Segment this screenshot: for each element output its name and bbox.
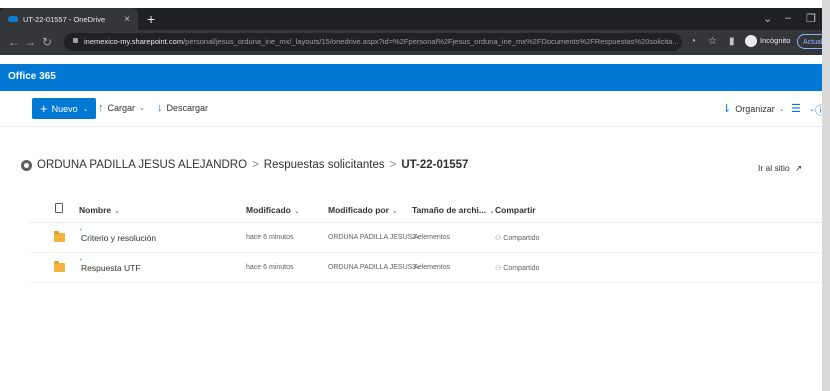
new-button[interactable]: + Nuevo ⌄ xyxy=(32,98,97,119)
back-icon[interactable]: ← xyxy=(8,35,20,49)
lock-icon xyxy=(73,38,78,43)
people-icon: ⚇ xyxy=(495,265,502,272)
site-icon xyxy=(21,159,32,171)
column-header-name[interactable]: Nombre ⌄ xyxy=(79,205,120,215)
go-to-site-link[interactable]: Ir al sitio ↗ xyxy=(758,163,802,174)
tab-bar: UT-22-01557 - OneDrive × + ⌄ – ❐ xyxy=(0,8,822,30)
command-bar: + Nuevo ⌄ ↑ Cargar ⌄ ↓ Descargar ⇂ Organ… xyxy=(0,91,822,127)
bookmark-star-icon[interactable]: ☆ xyxy=(708,36,717,47)
item-modified: hace 6 minutos xyxy=(246,234,294,241)
url-text: inemexico-my.sharepoint.com/personal/jes… xyxy=(84,37,679,46)
tracking-icon[interactable]: ◔ xyxy=(690,36,696,47)
organize-button[interactable]: ⇂ Organizar ⌄ xyxy=(722,102,785,115)
tab-title: UT-22-01557 - OneDrive xyxy=(23,14,106,24)
item-size: 3 elementos xyxy=(412,264,451,271)
breadcrumb-current: UT-22-01557 xyxy=(401,159,469,171)
reload-icon[interactable]: ↻ xyxy=(42,35,52,49)
office-suite-bar: Office 365 xyxy=(0,64,822,91)
sort-icon: ⇂ xyxy=(722,103,732,115)
forward-icon[interactable]: → xyxy=(24,35,36,49)
download-icon: ↓ xyxy=(157,102,163,114)
chevron-down-icon: ⌄ xyxy=(808,105,815,113)
people-icon: ⚇ xyxy=(495,235,502,242)
upload-button[interactable]: ↑ Cargar ⌄ xyxy=(98,102,145,114)
breadcrumb-folder[interactable]: Respuestas solicitantes xyxy=(264,159,385,171)
external-link-icon: ↗ xyxy=(795,163,803,173)
browser-window: UT-22-01557 - OneDrive × + ⌄ – ❐ ← → ↻ i… xyxy=(0,0,822,391)
item-modified: hace 6 minutos xyxy=(246,264,294,271)
right-border xyxy=(822,0,830,391)
list-view-icon: ☰ xyxy=(791,103,801,115)
chevron-down-icon: ⌄ xyxy=(489,208,495,215)
column-header-size[interactable]: Tamaño de archi... ⌄ xyxy=(412,205,495,215)
view-options-button[interactable]: ☰ ⌄ xyxy=(791,102,815,115)
file-type-icon[interactable] xyxy=(55,203,63,213)
plus-icon: + xyxy=(40,101,48,116)
incognito-label: Incógnito xyxy=(760,36,791,45)
column-header-modified[interactable]: Modificado ⌄ xyxy=(246,205,300,215)
chevron-down-icon: ⌄ xyxy=(293,208,300,215)
table-row[interactable]: ⁺ Respuesta UTF hace 6 minutos ORDUNA PA… xyxy=(30,253,822,283)
browser-tab[interactable]: UT-22-01557 - OneDrive × xyxy=(0,8,138,30)
chevron-down-icon: ⌄ xyxy=(391,208,398,215)
item-size: 2 elementos xyxy=(412,234,451,241)
folder-icon xyxy=(54,261,65,272)
info-icon: ⓘ xyxy=(815,105,822,117)
info-button[interactable]: ⓘ xyxy=(815,102,822,118)
upload-icon: ↑ xyxy=(98,102,104,114)
side-panel-icon[interactable]: ▮ xyxy=(729,36,735,47)
new-tab-button[interactable]: + xyxy=(147,11,155,27)
download-button[interactable]: ↓ Descargar xyxy=(157,102,208,114)
item-sharing[interactable]: ⚇ Compartido xyxy=(495,264,539,272)
breadcrumb-separator: > xyxy=(252,159,259,171)
table-row[interactable]: ⁺ Criterio y resolución hace 6 minutos O… xyxy=(30,223,822,253)
restore-button[interactable]: ❐ xyxy=(806,12,816,25)
address-bar[interactable]: inemexico-my.sharepoint.com/personal/jes… xyxy=(64,33,682,51)
breadcrumb: ORDUNA PADILLA JESUS ALEJANDRO > Respues… xyxy=(21,159,468,171)
breadcrumb-separator: > xyxy=(389,159,397,171)
tab-close-icon[interactable]: × xyxy=(124,14,130,25)
minimize-button[interactable]: – xyxy=(785,12,791,24)
column-header-modified-by[interactable]: Modificado por ⌄ xyxy=(328,205,398,215)
folder-icon xyxy=(54,231,65,242)
item-name[interactable]: Respuesta UTF xyxy=(81,263,141,273)
item-modified-by: ORDUNA PADILLA JESUS A xyxy=(328,264,419,271)
item-name[interactable]: Criterio y resolución xyxy=(81,233,156,243)
file-list: Nombre ⌄ Modificado ⌄ Modificado por ⌄ Tama… xyxy=(30,196,822,283)
list-header: Nombre ⌄ Modificado ⌄ Modificado por ⌄ Tama… xyxy=(30,196,822,223)
item-modified-by: ORDUNA PADILLA JESUS A xyxy=(328,234,419,241)
incognito-avatar[interactable] xyxy=(745,35,757,47)
suite-title[interactable]: Office 365 xyxy=(8,71,56,82)
chevron-down-icon: ⌄ xyxy=(139,105,145,112)
update-button[interactable]: Actualizar xyxy=(797,34,822,49)
item-sharing[interactable]: ⚇ Compartido xyxy=(495,234,539,242)
tab-search-icon[interactable]: ⌄ xyxy=(763,12,772,25)
chevron-down-icon: ⌄ xyxy=(114,208,120,215)
address-bar-row: ← → ↻ inemexico-my.sharepoint.com/person… xyxy=(0,30,822,55)
chevron-down-icon: ⌄ xyxy=(778,105,785,113)
chevron-down-icon: ⌄ xyxy=(82,105,89,113)
onedrive-icon xyxy=(8,16,18,22)
breadcrumb-root[interactable]: ORDUNA PADILLA JESUS ALEJANDRO xyxy=(37,159,247,171)
column-header-sharing: Compartir xyxy=(495,205,536,215)
